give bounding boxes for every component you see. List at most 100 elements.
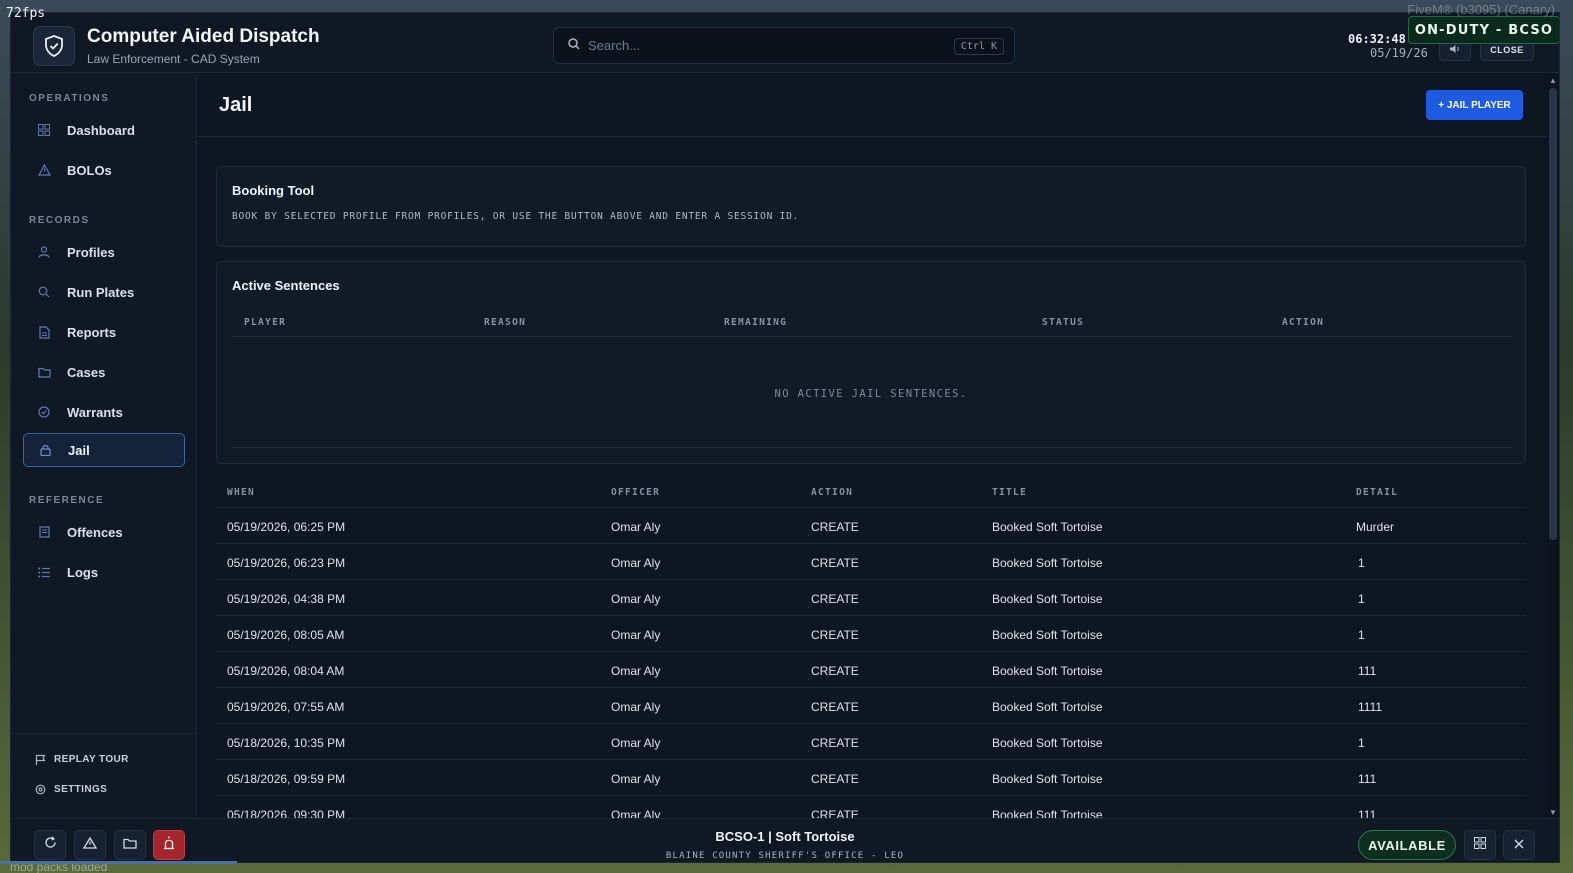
- column-header[interactable]: WHEN: [227, 487, 255, 498]
- table-row[interactable]: 05/19/2026, 06:23 PM Omar Aly CREATE Boo…: [216, 543, 1526, 579]
- cell-officer: Omar Aly: [611, 772, 661, 786]
- sidebar-item-label: BOLOs: [67, 162, 112, 178]
- column-header[interactable]: OFFICER: [611, 487, 660, 498]
- sidebar-item-reports[interactable]: Reports: [23, 315, 185, 349]
- search-input[interactable]: [588, 38, 948, 53]
- sidebar-item-label: Cases: [67, 364, 106, 380]
- table-row[interactable]: 05/19/2026, 06:25 PM Omar Aly CREATE Boo…: [216, 507, 1526, 543]
- column-header[interactable]: DETAIL: [1356, 487, 1398, 498]
- booking-tool-title: Booking Tool: [232, 183, 315, 198]
- badge-check-icon: [37, 405, 51, 419]
- table-row[interactable]: 05/19/2026, 04:38 PM Omar Aly CREATE Boo…: [216, 579, 1526, 615]
- cell-detail: 1: [1358, 556, 1365, 570]
- cell-when: 05/18/2026, 10:35 PM: [227, 736, 346, 750]
- column-header[interactable]: REASON: [484, 317, 526, 328]
- exit-button[interactable]: [1503, 830, 1535, 860]
- loading-bar: [0, 861, 237, 864]
- cell-detail: 1111: [1358, 700, 1383, 714]
- cell-when: 05/19/2026, 08:04 AM: [227, 664, 345, 678]
- sidebar-item-warrants[interactable]: Warrants: [23, 395, 185, 429]
- sidebar-item-profiles[interactable]: Profiles: [23, 235, 185, 269]
- table-row[interactable]: 05/19/2026, 07:55 AM Omar Aly CREATE Boo…: [216, 687, 1526, 723]
- user-icon: [37, 245, 51, 259]
- main-scrollbar[interactable]: ▲ ▼: [1547, 74, 1559, 818]
- unit-callsign: BCSO-1 | Soft Tortoise: [715, 829, 855, 844]
- column-header[interactable]: ACTION: [1282, 317, 1324, 328]
- sidebar-item-jail[interactable]: Jail: [23, 433, 185, 467]
- cell-when: 05/18/2026, 09:30 PM: [227, 808, 346, 818]
- active-sentences-title: Active Sentences: [232, 278, 340, 293]
- sidebar-item-label: Logs: [67, 564, 99, 580]
- table-row[interactable]: 05/18/2026, 09:30 PM Omar Aly CREATE Boo…: [216, 795, 1526, 818]
- cell-when: 05/19/2026, 08:05 AM: [227, 628, 345, 642]
- search-bar[interactable]: Ctrl K: [553, 27, 1015, 64]
- cell-officer: Omar Aly: [611, 520, 661, 534]
- cell-detail: 111: [1358, 808, 1377, 818]
- cell-when: 05/19/2026, 07:55 AM: [227, 700, 345, 714]
- cell-title: Booked Soft Tortoise: [992, 556, 1103, 570]
- column-header[interactable]: REMAINING: [724, 317, 787, 328]
- cell-action: CREATE: [811, 520, 859, 534]
- replay-tour-label: REPLAY TOUR: [54, 754, 129, 765]
- booking-tool-card: Booking Tool BOOK BY SELECTED PROFILE FR…: [216, 166, 1526, 247]
- cell-action: CREATE: [811, 700, 859, 714]
- clock-time: 06:32:48: [1348, 32, 1406, 46]
- page-title: Jail: [219, 94, 253, 116]
- sidebar-item-dashboard[interactable]: Dashboard: [23, 113, 185, 147]
- booking-tool-note: BOOK BY SELECTED PROFILE FROM PROFILES, …: [232, 211, 800, 222]
- gear-icon: [35, 784, 46, 795]
- column-header[interactable]: PLAYER: [244, 317, 286, 328]
- folder-icon: [37, 365, 51, 379]
- section-records: RECORDS: [29, 215, 90, 226]
- column-header[interactable]: STATUS: [1042, 317, 1084, 328]
- sidebar-item-label: Dashboard: [67, 122, 135, 138]
- sidebar: OPERATIONS Dashboard BOLOs RECORDS Profi…: [11, 74, 197, 818]
- cell-officer: Omar Aly: [611, 628, 661, 642]
- column-header[interactable]: ACTION: [811, 487, 853, 498]
- sidebar-item-run-plates[interactable]: Run Plates: [23, 275, 185, 309]
- flag-icon: [35, 754, 46, 765]
- availability-status-button[interactable]: AVAILABLE: [1358, 830, 1456, 860]
- settings-label: SETTINGS: [54, 784, 108, 795]
- list-icon: [37, 565, 51, 579]
- cell-officer: Omar Aly: [611, 736, 661, 750]
- table-row[interactable]: 05/18/2026, 10:35 PM Omar Aly CREATE Boo…: [216, 723, 1526, 759]
- table-row[interactable]: 05/18/2026, 09:59 PM Omar Aly CREATE Boo…: [216, 759, 1526, 795]
- cell-title: Booked Soft Tortoise: [992, 808, 1103, 818]
- scroll-thumb[interactable]: [1549, 88, 1557, 540]
- sidebar-item-offences[interactable]: Offences: [23, 515, 185, 549]
- cell-action: CREATE: [811, 556, 859, 570]
- cell-when: 05/19/2026, 06:25 PM: [227, 520, 346, 534]
- scroll-up-icon[interactable]: ▲: [1547, 74, 1559, 86]
- sidebar-item-label: Reports: [67, 324, 117, 340]
- column-header[interactable]: TITLE: [992, 487, 1027, 498]
- cell-title: Booked Soft Tortoise: [992, 664, 1103, 678]
- sidebar-item-logs[interactable]: Logs: [23, 555, 185, 589]
- jail-player-button[interactable]: + JAIL PLAYER: [1426, 90, 1523, 120]
- cell-action: CREATE: [811, 736, 859, 750]
- table-row[interactable]: 05/19/2026, 08:05 AM Omar Aly CREATE Boo…: [216, 615, 1526, 651]
- header-divider: [232, 336, 1512, 337]
- grid-icon: [37, 123, 51, 137]
- cell-officer: Omar Aly: [611, 664, 661, 678]
- cell-officer: Omar Aly: [611, 808, 661, 818]
- document-icon: [37, 325, 51, 339]
- search-icon: [37, 285, 51, 299]
- sidebar-item-bolos[interactable]: BOLOs: [23, 153, 185, 187]
- sidebar-item-cases[interactable]: Cases: [23, 355, 185, 389]
- cell-when: 05/19/2026, 04:38 PM: [227, 592, 346, 606]
- scroll-down-icon[interactable]: ▼: [1547, 806, 1559, 818]
- table-row[interactable]: 05/19/2026, 08:04 AM Omar Aly CREATE Boo…: [216, 651, 1526, 687]
- cell-action: CREATE: [811, 808, 859, 818]
- cad-window: Computer Aided Dispatch Law Enforcement …: [10, 12, 1560, 863]
- apps-button[interactable]: [1464, 830, 1496, 860]
- duty-status-badge: ON-DUTY - BCSO: [1408, 16, 1559, 44]
- replay-tour-link[interactable]: REPLAY TOUR: [35, 754, 129, 765]
- cell-action: CREATE: [811, 628, 859, 642]
- cell-officer: Omar Aly: [611, 700, 661, 714]
- sidebar-item-label: Warrants: [67, 404, 123, 420]
- settings-link[interactable]: SETTINGS: [35, 784, 107, 795]
- cell-detail: 1: [1358, 736, 1365, 750]
- cell-action: CREATE: [811, 592, 859, 606]
- cell-title: Booked Soft Tortoise: [992, 700, 1103, 714]
